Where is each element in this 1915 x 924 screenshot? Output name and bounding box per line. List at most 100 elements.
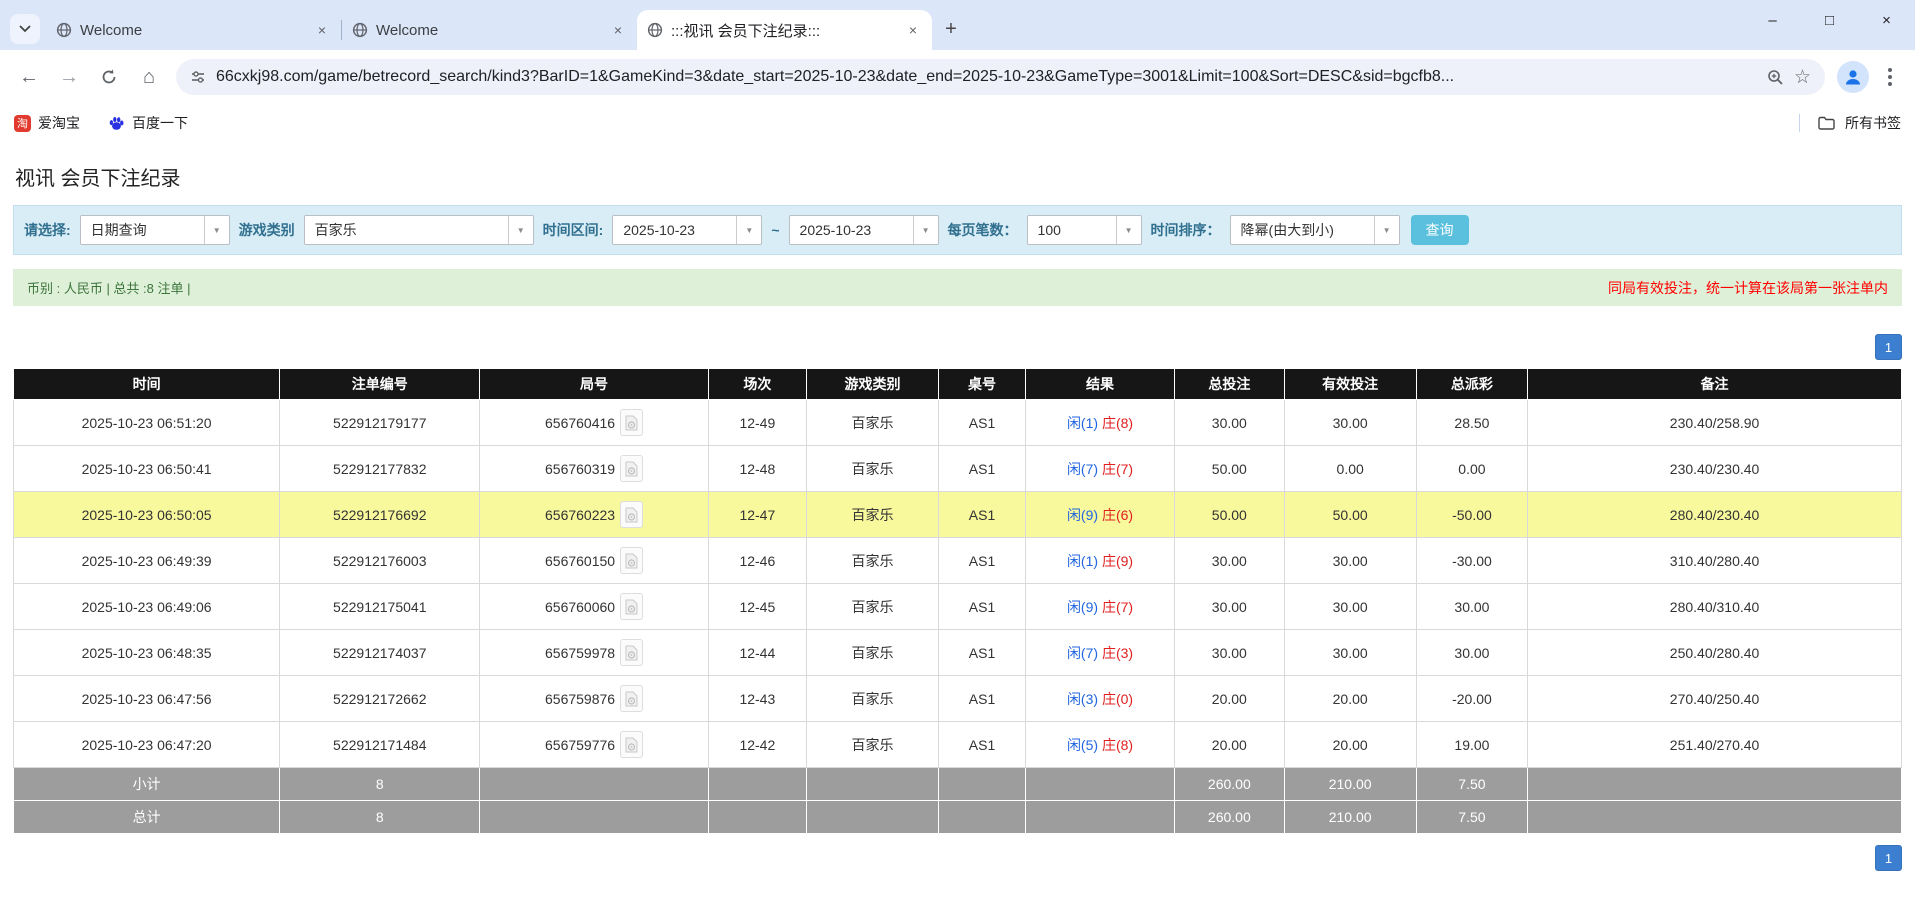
cell-session: 12-49 xyxy=(707,399,807,446)
cell-table: AS1 xyxy=(938,721,1026,768)
summary-cell-5 xyxy=(938,800,1026,834)
bet-record-row[interactable]: 2025-10-23 06:50:05 522912176692 656760223… xyxy=(12,491,1902,538)
cell-note: 230.40/258.90 xyxy=(1527,399,1902,446)
maximize-button[interactable]: □ xyxy=(1801,0,1858,40)
zoom-icon[interactable] xyxy=(1767,69,1784,86)
cell-session: 12-48 xyxy=(707,445,807,492)
cell-total-bet: 20.00 xyxy=(1174,721,1285,768)
bet-record-row[interactable]: 2025-10-23 06:49:39 522912176003 656760150… xyxy=(12,537,1902,584)
column-header-1: 注单编号 xyxy=(279,368,481,400)
cell-table: AS1 xyxy=(938,491,1026,538)
home-button[interactable]: ⌂ xyxy=(130,58,168,96)
cell-time: 2025-10-23 06:50:05 xyxy=(12,491,281,538)
tab-welcome-1[interactable]: Welcome × xyxy=(46,10,341,50)
search-button[interactable]: 查询 xyxy=(1410,215,1469,245)
profile-avatar[interactable] xyxy=(1837,61,1869,93)
bet-record-row[interactable]: 2025-10-23 06:47:20 522912171484 656759776… xyxy=(12,721,1902,768)
query-mode-select[interactable]: 日期查询 ▼ xyxy=(79,215,230,245)
summary-cell-8: 210.00 xyxy=(1283,767,1417,801)
round-id-text: 656760060 xyxy=(545,598,616,615)
total-row: 总计 8 260.00 210.00 7.50 xyxy=(12,800,1902,834)
result-player: 闲(3) xyxy=(1066,690,1099,707)
bet-record-row[interactable]: 2025-10-23 06:50:41 522912177832 656760319… xyxy=(12,445,1902,492)
game-type-select[interactable]: 百家乐 ▼ xyxy=(303,215,534,245)
bookmark-baidu[interactable]: 百度一下 xyxy=(108,113,188,133)
address-bar[interactable]: 66cxkj98.com/game/betrecord_search/kind3… xyxy=(176,59,1825,95)
video-replay-icon[interactable] xyxy=(620,685,644,712)
video-replay-icon[interactable] xyxy=(620,501,644,528)
cell-note: 280.40/230.40 xyxy=(1527,491,1902,538)
video-replay-icon[interactable] xyxy=(620,731,644,758)
summary-cell-2 xyxy=(479,767,709,801)
subtotal-row: 小计 8 260.00 210.00 7.50 xyxy=(12,767,1902,801)
tab-close-icon[interactable]: × xyxy=(904,21,922,39)
bookmark-star-icon[interactable]: ☆ xyxy=(1794,66,1811,89)
browser-menu-icon[interactable] xyxy=(1875,62,1905,92)
bet-record-row[interactable]: 2025-10-23 06:47:56 522912172662 656759876… xyxy=(12,675,1902,722)
tab-welcome-2[interactable]: Welcome × xyxy=(342,10,637,50)
tab-close-icon[interactable]: × xyxy=(313,21,331,39)
cell-total-bet: 30.00 xyxy=(1174,399,1285,446)
tab-close-icon[interactable]: × xyxy=(609,21,627,39)
forward-button[interactable]: → xyxy=(50,58,88,96)
bet-record-row[interactable]: 2025-10-23 06:48:35 522912174037 656759978… xyxy=(12,629,1902,676)
sort-select[interactable]: 降幂(由大到小) ▼ xyxy=(1229,215,1400,245)
video-replay-icon[interactable] xyxy=(620,547,644,574)
summary-cell-10 xyxy=(1527,767,1902,801)
video-replay-icon[interactable] xyxy=(620,639,644,666)
baidu-paw-icon xyxy=(109,116,124,130)
bookmark-taobao[interactable]: 淘 爱淘宝 xyxy=(14,113,80,133)
summary-cell-5 xyxy=(938,767,1026,801)
cell-session: 12-45 xyxy=(707,583,807,630)
video-replay-icon[interactable] xyxy=(620,455,644,482)
column-header-4: 游戏类别 xyxy=(805,368,940,400)
dropdown-arrow-icon[interactable]: ▼ xyxy=(507,216,533,244)
cell-round-id: 656760319 xyxy=(479,445,709,492)
cell-result: 闲(7) 庄(7) xyxy=(1024,445,1176,492)
cell-bet-id: 522912174037 xyxy=(279,629,481,676)
video-replay-icon[interactable] xyxy=(620,593,644,620)
dropdown-arrow-icon[interactable]: ▼ xyxy=(912,216,938,244)
page-1-button[interactable]: 1 xyxy=(1875,845,1902,871)
column-header-2: 局号 xyxy=(479,368,709,400)
dropdown-arrow-icon[interactable]: ▼ xyxy=(1115,216,1141,244)
new-tab-button[interactable]: + xyxy=(936,14,966,44)
url-text[interactable]: 66cxkj98.com/game/betrecord_search/kind3… xyxy=(216,68,1757,86)
round-id-text: 656760416 xyxy=(545,414,616,431)
page-1-button[interactable]: 1 xyxy=(1875,334,1902,360)
cell-game: 百家乐 xyxy=(805,399,940,446)
cell-session: 12-44 xyxy=(707,629,807,676)
cell-time: 2025-10-23 06:49:06 xyxy=(12,583,281,630)
close-button[interactable]: × xyxy=(1858,0,1915,40)
globe-icon xyxy=(647,22,663,38)
page-size-select[interactable]: 100 ▼ xyxy=(1026,215,1142,245)
all-bookmarks[interactable]: 所有书签 xyxy=(1799,113,1901,133)
date-start-input[interactable]: 2025-10-23 ▼ xyxy=(612,215,763,245)
cell-session: 12-42 xyxy=(707,721,807,768)
cell-payout: -50.00 xyxy=(1415,491,1529,538)
bet-record-row[interactable]: 2025-10-23 06:51:20 522912179177 656760416… xyxy=(12,399,1902,446)
tab-bet-records-active[interactable]: :::视讯 会员下注纪录::: × xyxy=(637,10,932,50)
site-info-icon[interactable] xyxy=(190,69,206,85)
cell-time: 2025-10-23 06:47:20 xyxy=(12,721,281,768)
dropdown-arrow-icon[interactable]: ▼ xyxy=(1373,216,1399,244)
bookmark-label: 爱淘宝 xyxy=(38,115,80,131)
bet-record-row[interactable]: 2025-10-23 06:49:06 522912175041 656760060… xyxy=(12,583,1902,630)
reload-button[interactable] xyxy=(90,58,128,96)
cell-payout: -30.00 xyxy=(1415,537,1529,584)
bet-records-table: 时间 注单编号 局号 场次 游戏类别 桌号 结果 总投注 有效投注 总派彩 备注 2025-10-2… xyxy=(12,368,1902,834)
minimize-button[interactable]: – xyxy=(1744,0,1801,40)
summary-cell-4 xyxy=(805,767,940,801)
result-banker: 庄(7) xyxy=(1101,598,1134,615)
result-player: 闲(5) xyxy=(1066,736,1099,753)
person-icon xyxy=(1846,70,1860,85)
cell-valid-bet: 0.00 xyxy=(1283,445,1417,492)
dropdown-arrow-icon[interactable]: ▼ xyxy=(736,216,761,244)
cell-bet-id: 522912171484 xyxy=(279,721,481,768)
dropdown-arrow-icon[interactable]: ▼ xyxy=(203,216,229,244)
date-end-input[interactable]: 2025-10-23 ▼ xyxy=(788,215,939,245)
summary-cell-1: 8 xyxy=(279,800,481,834)
back-button[interactable]: ← xyxy=(10,58,48,96)
video-replay-icon[interactable] xyxy=(620,409,644,436)
tab-search-button[interactable] xyxy=(10,14,40,44)
